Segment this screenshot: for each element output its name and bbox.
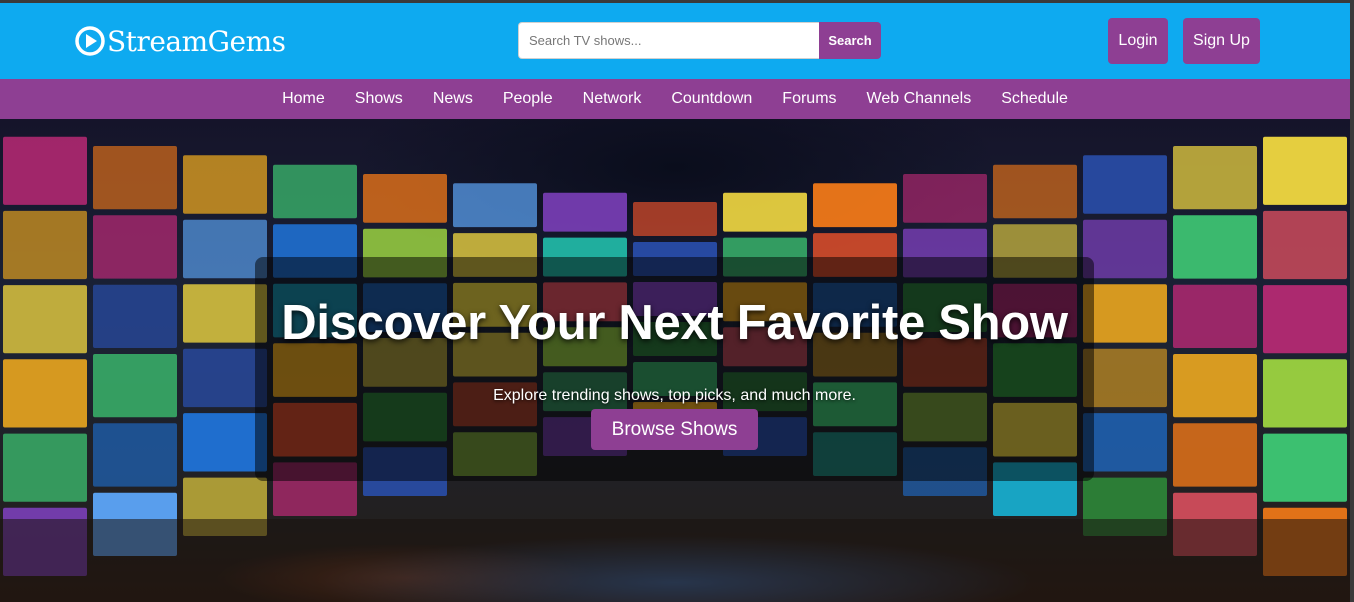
signup-button[interactable]: Sign Up [1183,18,1260,64]
nav-item-forums[interactable]: Forums [782,90,836,108]
window-frame-right [1350,0,1354,602]
nav-item-shows[interactable]: Shows [355,90,403,108]
login-button[interactable]: Login [1108,18,1168,64]
play-circle-icon [75,26,105,56]
nav-item-network[interactable]: Network [583,90,642,108]
nav-item-schedule[interactable]: Schedule [1001,90,1068,108]
search-bar: Search [518,22,881,59]
nav-item-home[interactable]: Home [282,90,325,108]
site-header: StreamGems Search Login Sign Up [0,3,1350,79]
nav-item-people[interactable]: People [503,90,553,108]
main-nav: Home Shows News People Network Countdown… [0,79,1350,119]
nav-item-web-channels[interactable]: Web Channels [867,90,972,108]
hero-title: Discover Your Next Favorite Show [281,296,1068,350]
search-button[interactable]: Search [819,22,881,59]
brand-name: StreamGems [107,24,286,58]
search-input[interactable] [518,22,819,59]
brand-logo[interactable]: StreamGems [74,23,286,59]
hero-banner: Discover Your Next Favorite Show Explore… [0,119,1350,602]
hero-subtitle: Explore trending shows, top picks, and m… [493,387,856,404]
nav-item-news[interactable]: News [433,90,473,108]
nav-item-countdown[interactable]: Countdown [671,90,752,108]
browse-shows-button[interactable]: Browse Shows [591,409,758,450]
